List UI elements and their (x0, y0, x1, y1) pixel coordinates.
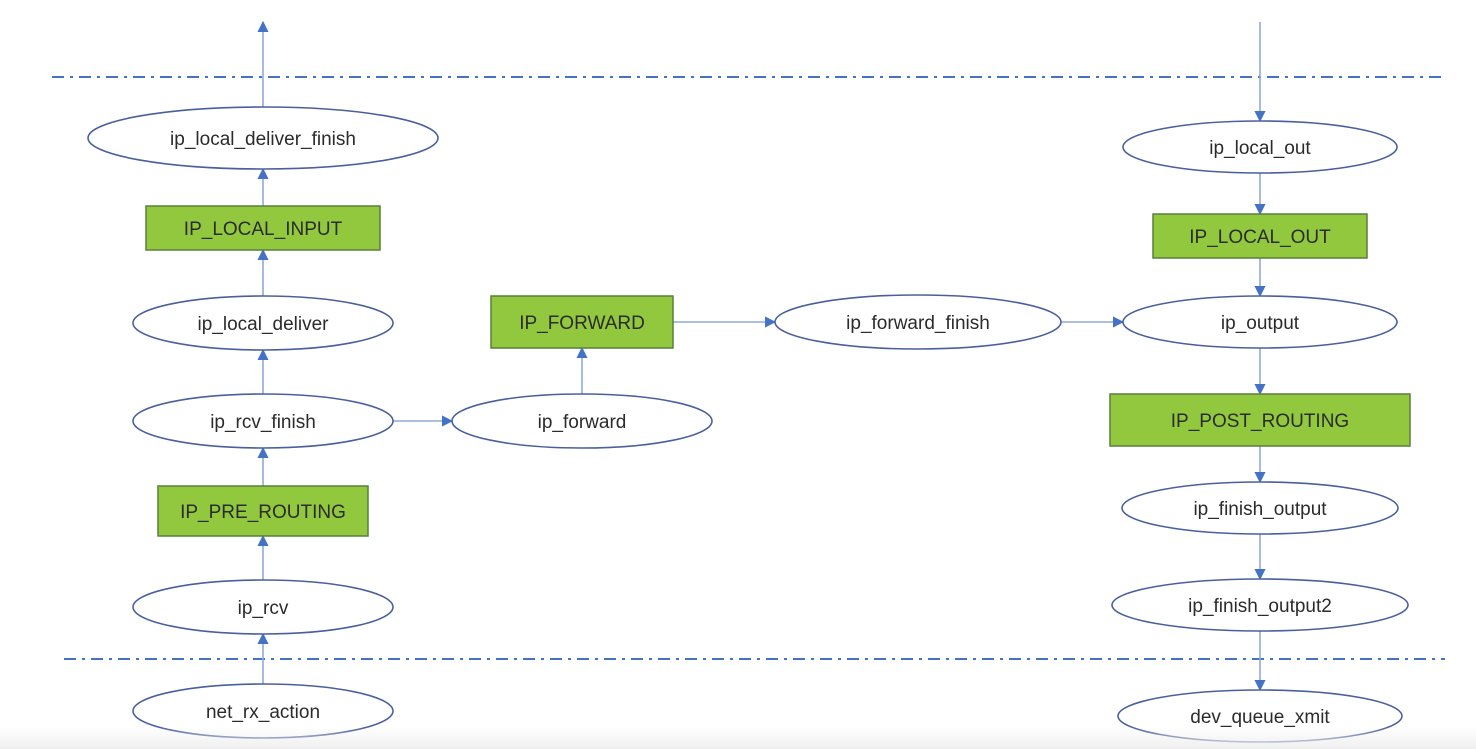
function-node-ip-local-deliver-finish: ip_local_deliver_finish (87, 106, 439, 170)
function-node-dev-queue-xmit: dev_queue_xmit (1117, 689, 1403, 743)
node-label: ip_local_deliver_finish (170, 129, 356, 150)
function-node-ip-output: ip_output (1122, 295, 1398, 349)
netfilter-hook-ip-forward: IP_FORWARD (490, 295, 674, 349)
node-label: dev_queue_xmit (1190, 707, 1330, 728)
function-node-ip-forward: ip_forward (451, 393, 713, 449)
node-label: IP_POST_ROUTING (1171, 411, 1349, 432)
node-label: IP_FORWARD (519, 313, 645, 334)
function-node-ip-rcv: ip_rcv (132, 579, 394, 635)
node-label: ip_forward_finish (846, 313, 990, 334)
function-node-ip-rcv-finish: ip_rcv_finish (132, 393, 394, 449)
node-label: net_rx_action (206, 702, 320, 723)
function-node-ip-finish-output2: ip_finish_output2 (1111, 578, 1409, 632)
node-label: IP_LOCAL_INPUT (184, 219, 343, 240)
node-label: ip_output (1221, 313, 1300, 334)
node-label: ip_local_out (1209, 138, 1311, 159)
netfilter-hook-ip-post-routing: IP_POST_ROUTING (1109, 393, 1411, 447)
function-node-ip-local-out: ip_local_out (1122, 120, 1398, 174)
node-label: ip_forward (538, 412, 627, 433)
netfilter-hook-ip-pre-routing: IP_PRE_ROUTING (157, 485, 369, 537)
function-node-ip-finish-output: ip_finish_output (1121, 481, 1399, 535)
node-label: ip_finish_output (1193, 499, 1327, 520)
netfilter-hook-ip-local-out: IP_LOCAL_OUT (1152, 213, 1368, 259)
ip-netfilter-flow-diagram: ip_local_deliver_finish IP_LOCAL_INPUT ip_… (52, 20, 1445, 743)
node-label: ip_finish_output2 (1188, 596, 1332, 617)
function-node-ip-local-deliver: ip_local_deliver (132, 295, 394, 351)
function-node-net-rx-action: net_rx_action (132, 683, 394, 739)
node-label: ip_local_deliver (198, 314, 330, 335)
node-label: ip_rcv_finish (210, 412, 316, 433)
node-label: IP_PRE_ROUTING (180, 502, 346, 523)
node-label: ip_rcv (238, 598, 289, 619)
netfilter-hook-ip-local-input: IP_LOCAL_INPUT (145, 205, 381, 251)
function-node-ip-forward-finish: ip_forward_finish (774, 294, 1062, 350)
node-label: IP_LOCAL_OUT (1189, 227, 1331, 248)
